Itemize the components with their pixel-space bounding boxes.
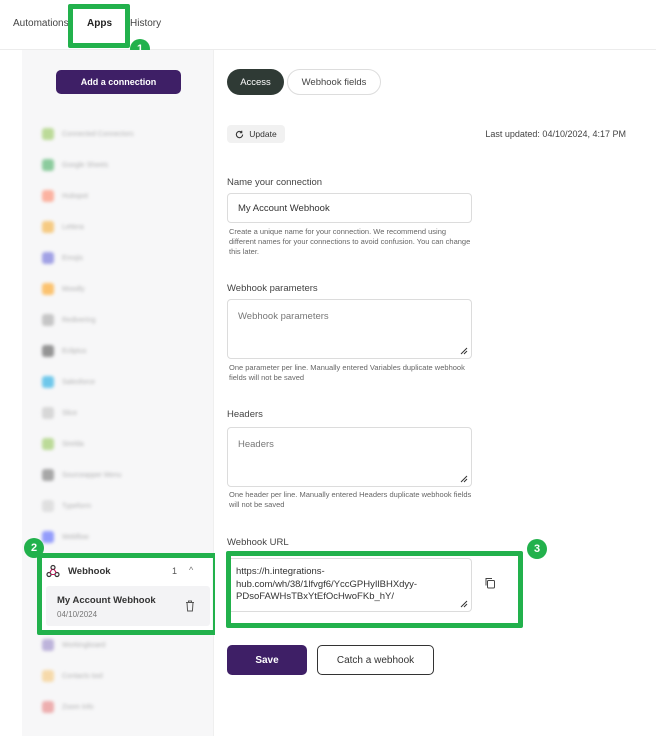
callout-badge-3: 3 bbox=[527, 539, 547, 559]
sidebar-item-label: Emojis bbox=[62, 254, 84, 262]
callout-badge-2: 2 bbox=[24, 538, 44, 558]
sidebar-item[interactable]: Webflow bbox=[42, 530, 202, 544]
sidebar-item-label: Workingboard bbox=[62, 641, 106, 649]
webhook-url-label: Webhook URL bbox=[227, 537, 289, 548]
sidebar-item[interactable]: Slice bbox=[42, 406, 202, 420]
connection-name-input[interactable] bbox=[228, 194, 471, 222]
app-logo-icon bbox=[42, 190, 54, 202]
headers-input[interactable] bbox=[228, 428, 471, 486]
sidebar-item-label: Google Sheets bbox=[62, 161, 109, 169]
sidebar-item-label: Salesforce bbox=[62, 378, 96, 386]
app-logo-icon bbox=[42, 345, 54, 357]
sidebar-item-label: Hubspot bbox=[62, 192, 89, 200]
resize-grip-icon[interactable] bbox=[460, 475, 468, 483]
app-logo-icon bbox=[42, 376, 54, 388]
app-logo-icon bbox=[42, 252, 54, 264]
sidebar-item-label: Contacts tool bbox=[62, 672, 103, 680]
catch-webhook-button[interactable]: Catch a webhook bbox=[317, 645, 434, 675]
save-button[interactable]: Save bbox=[227, 645, 307, 675]
sidebar-item-label: Lettera bbox=[62, 223, 84, 231]
sidebar-item[interactable]: Contacts tool bbox=[42, 669, 202, 683]
sidebar-item-label: Connected Connectors bbox=[62, 130, 134, 138]
tab-automations[interactable]: Automations bbox=[13, 18, 69, 29]
app-logo-icon bbox=[42, 469, 54, 481]
update-button[interactable]: Update bbox=[227, 125, 285, 143]
sidebar-item-label: Sourceapper Menu bbox=[62, 471, 122, 479]
sidebar-item[interactable]: Salesforce bbox=[42, 375, 202, 389]
app-logo-icon bbox=[42, 128, 54, 140]
sidebar-item-label: Ecliptus bbox=[62, 347, 87, 355]
sidebar-item-label: Slice bbox=[62, 409, 78, 417]
app-logo-icon bbox=[42, 283, 54, 295]
connection-detail-panel: Access Webhook fields Update Last update… bbox=[215, 50, 656, 736]
app-logo-icon bbox=[42, 159, 54, 171]
app-logo-icon bbox=[42, 701, 54, 713]
webhook-parameters-label: Webhook parameters bbox=[227, 283, 318, 294]
add-connection-button[interactable]: Add a connection bbox=[56, 70, 181, 94]
resize-grip-icon[interactable] bbox=[460, 347, 468, 355]
app-logo-icon bbox=[42, 531, 54, 543]
sidebar-item-label: Redivering bbox=[62, 316, 96, 324]
refresh-icon bbox=[236, 130, 244, 138]
app-logo-icon bbox=[42, 670, 54, 682]
name-field-wrapper bbox=[227, 193, 472, 223]
sidebar-item[interactable]: Emojis bbox=[42, 251, 202, 265]
sidebar-item-label: Sirelda bbox=[62, 440, 84, 448]
app-logo-icon bbox=[42, 221, 54, 233]
params-field-wrapper bbox=[227, 299, 472, 359]
highlight-box-webhook bbox=[37, 553, 218, 635]
update-label: Update bbox=[249, 129, 277, 139]
sidebar-item-label: Moodly bbox=[62, 285, 85, 293]
sidebar-item[interactable]: Workingboard bbox=[42, 638, 202, 652]
sidebar-item-label: Zoom Info bbox=[62, 703, 94, 711]
headers-help-text: One header per line. Manually entered He… bbox=[229, 490, 472, 509]
sidebar-item[interactable]: Sourceapper Menu bbox=[42, 468, 202, 482]
app-logo-icon bbox=[42, 314, 54, 326]
tab-history[interactable]: History bbox=[130, 18, 161, 29]
app-logo-icon bbox=[42, 438, 54, 450]
sidebar-item[interactable]: Typeform bbox=[42, 499, 202, 513]
name-help-text: Create a unique name for your connection… bbox=[229, 227, 471, 256]
headers-label: Headers bbox=[227, 409, 263, 420]
app-logo-icon bbox=[42, 500, 54, 512]
sidebar-item[interactable]: Ecliptus bbox=[42, 344, 202, 358]
sidebar-item[interactable]: Sirelda bbox=[42, 437, 202, 451]
sidebar-item[interactable]: Moodly bbox=[42, 282, 202, 296]
sidebar-item-label: Typeform bbox=[62, 502, 92, 510]
last-updated-text: Last updated: 04/10/2024, 4:17 PM bbox=[485, 129, 626, 139]
sidebar-item[interactable]: Lettera bbox=[42, 220, 202, 234]
webhook-parameters-input[interactable] bbox=[228, 300, 471, 358]
sidebar-item[interactable]: Zoom Info bbox=[42, 700, 202, 714]
tab-access[interactable]: Access bbox=[227, 69, 284, 95]
app-logo-icon bbox=[42, 407, 54, 419]
params-help-text: One parameter per line. Manually entered… bbox=[229, 363, 465, 382]
sidebar-item[interactable]: Redivering bbox=[42, 313, 202, 327]
sidebar-item[interactable]: Google Sheets bbox=[42, 158, 202, 172]
headers-field-wrapper bbox=[227, 427, 472, 487]
highlight-box-webhook-url bbox=[226, 551, 523, 628]
sidebar-item-label: Webflow bbox=[62, 533, 89, 541]
sidebar-item[interactable]: Connected Connectors bbox=[42, 127, 202, 141]
highlight-box-apps bbox=[68, 4, 130, 48]
app-logo-icon bbox=[42, 639, 54, 651]
tab-webhook-fields[interactable]: Webhook fields bbox=[287, 69, 381, 95]
sidebar-item[interactable]: Hubspot bbox=[42, 189, 202, 203]
name-label: Name your connection bbox=[227, 177, 323, 188]
